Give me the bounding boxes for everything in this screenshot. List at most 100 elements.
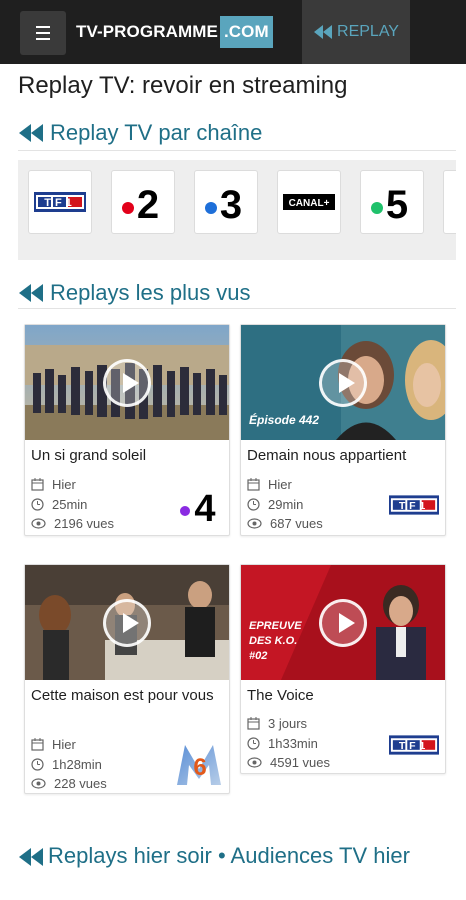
replay-duration: 1h28min [31,757,102,772]
tf1-logo-icon: TF1 [34,192,86,212]
channel-tile-france3[interactable]: 3 [194,170,258,234]
play-icon[interactable] [103,358,151,407]
svg-text:2: 2 [137,183,159,224]
replay-title[interactable]: Demain nous appartient [247,445,441,466]
clock-icon [247,498,260,511]
replay-thumbnail[interactable]: EPREUVE DES K.O. #02 [241,565,445,680]
play-icon[interactable] [319,598,367,647]
channel-tile-canalplus[interactable]: CANAL+ [277,170,341,234]
play-icon[interactable] [319,358,367,407]
replay-views: 228 vues [31,776,107,791]
replay-duration-text: 29min [268,497,304,512]
calendar-icon [31,478,44,491]
caption-line: EPREUVE [249,620,302,632]
replay-views-text: 4591 vues [270,755,330,770]
svg-text:TF1: TF1 [44,197,76,209]
france2-logo-icon: 2 [122,183,159,224]
replay-nav-tab[interactable]: REPLAY [302,0,410,64]
calendar-icon [247,478,260,491]
replay-title[interactable]: The Voice [247,685,441,706]
france3-logo-icon: 3 [205,183,242,224]
logo-accent-text: .COM [219,16,273,48]
eye-icon [247,518,262,529]
eye-icon [31,518,46,529]
section-title-by-channel[interactable]: Replay TV par chaîne [18,120,262,146]
replay-date: 3 jours [247,716,307,731]
top-navbar: TV-PROGRAMME .COM REPLAY [0,0,466,64]
replay-views-text: 687 vues [270,516,323,531]
replay-views: 2196 vues [31,516,114,531]
thumbnail-caption: EPREUVE DES K.O. #02 [249,619,302,664]
replay-date-text: Hier [268,477,292,492]
calendar-icon [247,717,260,730]
replay-duration: 29min [247,497,303,512]
replay-duration-text: 25min [52,497,88,512]
replay-title[interactable]: Un si grand soleil [31,445,225,466]
replay-date-text: Hier [52,737,76,752]
replay-date: Hier [31,737,76,752]
replay-date-text: Hier [52,477,76,492]
section-title-text: Replays les plus vus [50,280,251,305]
menu-bar-icon [36,38,50,40]
replay-thumbnail[interactable] [25,565,229,680]
rewind-icon [18,848,44,867]
section-title-last-night[interactable]: Replays hier soir • Audiences TV hier [18,842,438,870]
svg-text:TF1: TF1 [399,500,429,512]
channel-tile-tf1[interactable]: TF1 [28,170,92,234]
clock-icon [247,737,260,750]
svg-text:5: 5 [386,183,408,224]
caption-line: #02 [249,650,268,662]
france4-logo-icon: 4 [180,488,216,525]
replay-card[interactable]: Un si grand soleil Hier 25min 2196 vues … [24,324,230,536]
section-title-text: Replays hier soir • Audiences TV hier [48,843,410,868]
svg-text:TF1: TF1 [399,740,429,752]
channel-carousel[interactable]: TF1 2 3 CANAL+ 5 [18,160,456,260]
caption-line: DES K.O. [249,635,298,647]
replay-card[interactable]: Cette maison est pour vous Hier 1h28min … [24,564,230,794]
replay-date: Hier [247,477,292,492]
section-title-most-viewed[interactable]: Replays les plus vus [18,280,251,306]
replay-card[interactable]: Épisode 442 Demain nous appartient Hier … [240,324,446,536]
channel-tile-france2[interactable]: 2 [111,170,175,234]
svg-text:3: 3 [220,183,242,224]
tf1-logo-icon: TF1 [389,735,439,755]
eye-icon [31,778,46,789]
tf1-logo-icon: TF1 [389,495,439,515]
rewind-icon [18,284,44,302]
clock-icon [31,758,44,771]
france5-logo-icon: 5 [371,183,408,224]
replay-card[interactable]: EPREUVE DES K.O. #02 The Voice 3 jours 1… [240,564,446,774]
page-title: Replay TV: revoir en streaming [18,72,348,99]
svg-text:6: 6 [193,754,206,781]
replay-duration-text: 1h33min [268,736,318,751]
episode-label: Épisode 442 [249,413,320,427]
clock-icon [31,498,44,511]
divider [18,308,456,309]
replay-tab-label: REPLAY [337,23,399,40]
replay-date: Hier [31,477,76,492]
replay-duration-text: 1h28min [52,757,102,772]
channel-tile-next[interactable] [443,170,456,234]
replay-views-text: 228 vues [54,776,107,791]
replay-duration: 25min [31,497,87,512]
replay-views: 687 vues [247,516,323,531]
main-content: Replay TV: revoir en streaming Replay TV… [10,64,456,900]
play-icon[interactable] [103,598,151,647]
replay-title[interactable]: Cette maison est pour vous [31,685,225,706]
replay-thumbnail[interactable]: Épisode 442 [241,325,445,440]
svg-text:CANAL+: CANAL+ [289,198,330,209]
section-title-text: Replay TV par chaîne [50,120,263,145]
rewind-icon [313,25,333,39]
replay-views: 4591 vues [247,755,330,770]
site-logo[interactable]: TV-PROGRAMME .COM [76,16,273,48]
m6-logo-icon: 6 [177,745,221,785]
rewind-icon [18,124,44,142]
eye-icon [247,757,262,768]
channel-tile-france5[interactable]: 5 [360,170,424,234]
svg-text:4: 4 [194,488,215,525]
canalplus-logo-icon: CANAL+ [283,194,335,210]
hamburger-menu-button[interactable] [20,11,66,55]
replay-thumbnail[interactable] [25,325,229,440]
replay-date-text: 3 jours [268,716,308,731]
menu-bar-icon [36,32,50,34]
